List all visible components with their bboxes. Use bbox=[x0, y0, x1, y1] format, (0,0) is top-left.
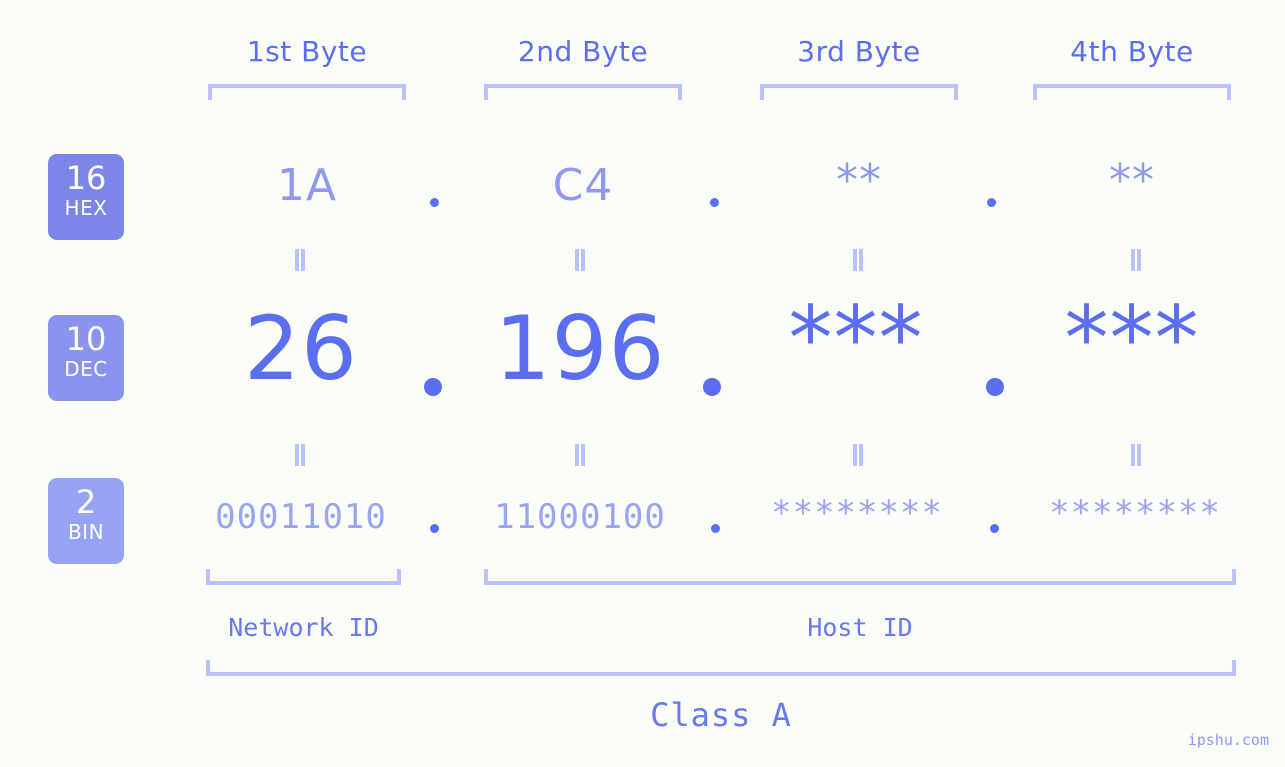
class-bracket bbox=[206, 660, 1236, 676]
equals-mark-dec-bin-4 bbox=[1128, 444, 1144, 466]
bin-value-byte-2: 11000100 bbox=[494, 497, 666, 537]
dec-value-byte-2: 196 bbox=[494, 297, 666, 400]
hex-separator-dot-2 bbox=[710, 198, 719, 207]
bin-separator-dot-2 bbox=[711, 524, 720, 533]
base-badge-bin[interactable]: 2 BIN bbox=[48, 478, 124, 564]
hex-separator-dot-3 bbox=[987, 198, 996, 207]
byte-bracket-2 bbox=[484, 84, 682, 100]
base-badge-dec-name: DEC bbox=[64, 357, 108, 381]
dec-separator-dot-2 bbox=[703, 378, 721, 396]
equals-mark-hex-dec-2 bbox=[572, 249, 588, 271]
bin-value-byte-3: ******** bbox=[771, 493, 943, 533]
dec-value-byte-1: 26 bbox=[244, 297, 358, 400]
dec-value-byte-4: *** bbox=[1064, 287, 1200, 390]
hex-separator-dot-1 bbox=[430, 198, 439, 207]
base-badge-bin-name: BIN bbox=[67, 520, 105, 544]
byte-bracket-4 bbox=[1033, 84, 1231, 100]
dec-value-byte-3: *** bbox=[788, 287, 924, 390]
bin-separator-dot-3 bbox=[990, 524, 999, 533]
site-watermark: ipshu.com bbox=[1187, 731, 1269, 749]
equals-mark-hex-dec-1 bbox=[292, 249, 308, 271]
network-id-label: Network ID bbox=[228, 613, 379, 642]
base-badge-dec[interactable]: 10 DEC bbox=[48, 315, 124, 401]
host-id-bracket bbox=[484, 569, 1236, 585]
hex-value-byte-4: ** bbox=[1109, 155, 1155, 206]
dec-separator-dot-1 bbox=[424, 378, 442, 396]
class-label: Class A bbox=[650, 696, 792, 734]
ip-address-breakdown-diagram: 1st Byte 2nd Byte 3rd Byte 4th Byte 16 H… bbox=[0, 0, 1285, 767]
equals-mark-hex-dec-3 bbox=[850, 249, 866, 271]
equals-mark-dec-bin-1 bbox=[292, 444, 308, 466]
hex-value-byte-3: ** bbox=[836, 155, 882, 206]
network-id-bracket bbox=[206, 569, 401, 585]
hex-value-byte-2: C4 bbox=[552, 160, 614, 211]
byte-header-1: 1st Byte bbox=[246, 35, 368, 68]
equals-mark-dec-bin-3 bbox=[850, 444, 866, 466]
byte-header-2: 2nd Byte bbox=[517, 35, 649, 68]
base-badge-hex-number: 16 bbox=[65, 159, 107, 197]
equals-mark-dec-bin-2 bbox=[572, 444, 588, 466]
byte-header-4: 4th Byte bbox=[1070, 35, 1194, 68]
base-badge-hex-name: HEX bbox=[64, 196, 108, 220]
base-badge-hex[interactable]: 16 HEX bbox=[48, 154, 124, 240]
base-badge-dec-number: 10 bbox=[65, 320, 107, 358]
equals-mark-hex-dec-4 bbox=[1128, 249, 1144, 271]
bin-value-byte-4: ******** bbox=[1049, 493, 1221, 533]
byte-bracket-3 bbox=[760, 84, 958, 100]
byte-bracket-1 bbox=[208, 84, 406, 100]
bin-separator-dot-1 bbox=[430, 524, 439, 533]
byte-header-3: 3rd Byte bbox=[797, 35, 921, 68]
base-badge-bin-number: 2 bbox=[75, 483, 97, 521]
host-id-label: Host ID bbox=[807, 613, 913, 642]
dec-separator-dot-3 bbox=[986, 378, 1004, 396]
hex-value-byte-1: 1A bbox=[276, 160, 338, 211]
bin-value-byte-1: 00011010 bbox=[215, 497, 387, 537]
